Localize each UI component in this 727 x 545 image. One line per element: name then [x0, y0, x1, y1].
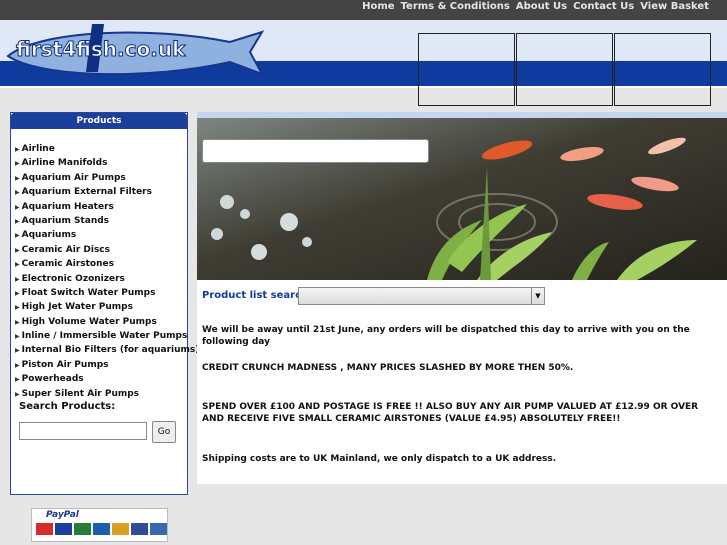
arrow-right-icon: ▶: [15, 217, 20, 225]
nav-about-link[interactable]: About Us: [516, 1, 567, 12]
arrow-right-icon: ▶: [15, 246, 20, 254]
product-list-search-label: Product list search:: [202, 290, 313, 301]
visa-icon: [55, 523, 72, 535]
paypal-logo: PayPal: [46, 510, 79, 520]
mastercard-icon: [36, 523, 53, 535]
arrow-right-icon: ▶: [15, 203, 20, 211]
notice-credit-crunch: CREDIT CRUNCH MADNESS , MANY PRICES SLAS…: [202, 363, 574, 373]
header-box-3: [614, 33, 711, 106]
search-products-label: Search Products:: [19, 401, 116, 413]
arrow-right-icon: ▶: [15, 318, 20, 326]
category-item-ceramic-air-discs[interactable]: ▶ Ceramic Air Discs: [15, 243, 187, 257]
category-item-powerheads[interactable]: ▶ Powerheads: [15, 372, 187, 386]
delta-icon: [93, 523, 110, 535]
category-item-inline-immersible-water-pumps[interactable]: ▶ Inline / Immersible Water Pumps: [15, 329, 187, 343]
arrow-right-icon: ▶: [15, 390, 20, 398]
koi-pond-banner-image: [197, 112, 727, 280]
arrow-right-icon: ▶: [15, 275, 20, 283]
nav-terms-link[interactable]: Terms & Conditions: [401, 1, 510, 12]
sidebar-title: Products: [11, 113, 187, 129]
arrow-right-icon: ▶: [15, 160, 20, 168]
products-sidebar: Products ▶ Airline ▶ Airline Manifolds ▶ Aq…: [10, 112, 199, 495]
category-item-high-volume-water-pumps[interactable]: ▶ High Volume Water Pumps: [15, 315, 187, 329]
notice-shipping: Shipping costs are to UK Mainland, we on…: [202, 454, 557, 464]
amex-icon: [74, 523, 91, 535]
product-list-select[interactable]: ▼: [298, 287, 545, 305]
notice-away: We will be away until 21st June, any ord…: [202, 325, 690, 347]
category-item-high-jet-water-pumps[interactable]: ▶ High Jet Water Pumps: [15, 300, 187, 314]
arrow-right-icon: ▶: [15, 174, 20, 182]
arrow-right-icon: ▶: [15, 232, 20, 240]
arrow-right-icon: ▶: [15, 261, 20, 269]
arrow-right-icon: ▶: [15, 376, 20, 384]
category-item-airline[interactable]: ▶ Airline: [15, 142, 187, 156]
card-logos: [36, 523, 167, 535]
arrow-right-icon: ▶: [15, 347, 20, 355]
category-item-super-silent-air-pumps[interactable]: ▶ Super Silent Air Pumps: [15, 387, 187, 401]
banner-search-box[interactable]: [202, 139, 429, 163]
maestro-icon: [112, 523, 129, 535]
nav-basket-link[interactable]: View Basket: [640, 1, 709, 12]
header-box-2: [516, 33, 613, 106]
arrow-right-icon: ▶: [15, 361, 20, 369]
header-box-1: [418, 33, 515, 106]
go-button[interactable]: Go: [152, 421, 176, 443]
product-category-list: ▶ Airline ▶ Airline Manifolds ▶ Aquarium Ai…: [11, 142, 199, 401]
category-item-float-switch-water-pumps[interactable]: ▶ Float Switch Water Pumps: [15, 286, 187, 300]
category-item-internal-bio-filters[interactable]: ▶ Internal Bio Filters (for aquariums): [15, 343, 199, 357]
category-item-ceramic-airstones[interactable]: ▶ Ceramic Airstones: [15, 257, 187, 271]
chevron-down-icon[interactable]: ▼: [531, 288, 544, 304]
top-navigation-bar: Home Terms & Conditions About Us Contact…: [0, 0, 727, 20]
logo-text: first4fish.co.uk: [16, 37, 186, 61]
arrow-right-icon: ▶: [15, 333, 20, 341]
category-item-airline-manifolds[interactable]: ▶ Airline Manifolds: [15, 156, 187, 170]
site-header: first4fish.co.uk: [0, 20, 727, 106]
site-logo[interactable]: first4fish.co.uk: [0, 22, 268, 84]
arrow-right-icon: ▶: [15, 189, 20, 197]
nav-contact-link[interactable]: Contact Us: [573, 1, 634, 12]
category-item-aquarium-stands[interactable]: ▶ Aquarium Stands: [15, 214, 187, 228]
category-item-aquarium-external-filters[interactable]: ▶ Aquarium External Filters: [15, 185, 187, 199]
main-content: Product list search: ▼ We will be away u…: [197, 112, 727, 484]
notice-free-postage: SPEND OVER £100 AND POSTAGE IS FREE !! A…: [202, 402, 699, 424]
arrow-right-icon: ▶: [15, 304, 20, 312]
category-item-aquarium-heaters[interactable]: ▶ Aquarium Heaters: [15, 200, 187, 214]
category-item-aquarium-air-pumps[interactable]: ▶ Aquarium Air Pumps: [15, 171, 187, 185]
search-products-input[interactable]: [19, 422, 147, 440]
category-item-aquariums[interactable]: ▶ Aquariums: [15, 228, 187, 242]
top-nav-links: Home Terms & Conditions About Us Contact…: [362, 1, 709, 12]
category-item-piston-air-pumps[interactable]: ▶ Piston Air Pumps: [15, 358, 187, 372]
electron-icon: [150, 523, 167, 535]
arrow-right-icon: ▶: [15, 289, 20, 297]
nav-home-link[interactable]: Home: [362, 1, 394, 12]
category-item-electronic-ozonizers[interactable]: ▶ Electronic Ozonizers: [15, 272, 187, 286]
arrow-right-icon: ▶: [15, 146, 20, 153]
solo-icon: [131, 523, 148, 535]
paypal-accepted-cards: PayPal: [31, 508, 168, 542]
